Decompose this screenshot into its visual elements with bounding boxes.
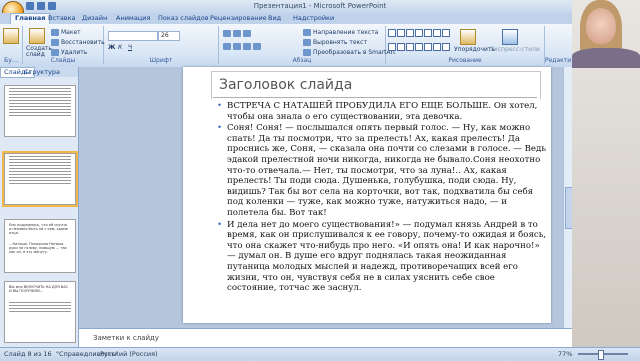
ribbon: Бу… Создать слайд Макет Восстановить Уда… [0,24,640,68]
tab-animation[interactable]: Анимация [116,14,150,22]
webcam-overlay [572,0,640,360]
slide-title[interactable]: Заголовок слайда [219,77,352,93]
tab-outline[interactable]: Структура [24,68,60,76]
slide-thumbnail[interactable] [4,85,76,137]
new-slide-icon[interactable] [29,28,45,44]
arrange-button[interactable]: Упорядочить [454,46,495,53]
window-title: Презентация1 - Microsoft PowerPoint [253,2,387,10]
slide-thumbnail-selected[interactable] [2,151,78,207]
clipboard-group: Бу… [0,26,23,64]
panel-tabs: Слайды Структура [0,67,78,78]
slide-counter: Слайд 8 из 16 [4,350,52,358]
delete-icon [51,49,59,56]
notes-placeholder: Заметки к слайду [93,334,160,342]
slide-body[interactable]: ВСТРЕЧА С НАТАШЕЙ ПРОБУДИЛА ЕГО ЕЩЕ БОЛЬ… [217,101,547,295]
font-size-field[interactable]: 26 [158,31,180,41]
title-bar: Презентация1 - Microsoft PowerPoint [0,0,640,13]
slide-thumbnail[interactable]: ВЫ мне ВКЛЮЧИТЬ НА ДЛЯ ВАС И ВЫ ПОЛУЧИЛИ… [4,281,76,343]
editing-group: Редакти… [545,57,578,64]
font-group: 26 Ж К Ч Шрифт [104,26,219,64]
tab-review[interactable]: Рецензирование [210,14,267,22]
person-shoulders [572,48,640,68]
layout-button[interactable]: Макет [51,29,81,36]
delete-button[interactable]: Удалить [51,49,87,56]
restore-icon [51,39,59,46]
zoom-slider-knob[interactable] [598,350,604,360]
tab-insert[interactable]: Вставка [48,14,76,22]
status-bar: Слайд 8 из 16 "Справедливость" Русский (… [0,347,640,361]
align-text-button[interactable]: Выровнять текст [303,39,367,46]
slide-thumbnail[interactable]: Ему подумалось, что ей скучно и неловко … [4,219,76,273]
font-name-field[interactable] [108,31,158,41]
paragraph: Соня! Соня! — послышался опять первый го… [217,123,547,218]
paragraph-group: Направление текста Выровнять текст Преоб… [219,26,395,64]
smartart-icon [303,49,311,56]
underline-button[interactable]: Ч [128,44,132,51]
tab-design[interactable]: Дизайн [82,14,107,22]
text-direction-button[interactable]: Направление текста [303,29,378,36]
paragraph: ВСТРЕЧА С НАТАШЕЙ ПРОБУДИЛА ЕГО ЕЩЕ БОЛЬ… [217,101,547,122]
quick-styles-icon[interactable] [502,29,518,45]
shapes-gallery[interactable] [388,29,450,55]
arrange-icon[interactable] [460,29,476,45]
tab-slideshow[interactable]: Показ слайдов [158,14,209,22]
bullets-icon[interactable] [223,30,253,37]
text-direction-icon [303,29,311,36]
quick-styles-button[interactable]: Экспресс-стили [490,46,540,53]
ribbon-tabs: Главная Вставка Дизайн Анимация Показ сл… [0,13,640,25]
notes-pane[interactable]: Заметки к слайду [79,328,572,348]
align-text-icon [303,39,311,46]
zoom-level[interactable]: 77% [558,350,572,358]
smartart-button[interactable]: Преобразовать в SmartArt [303,49,395,56]
bold-button[interactable]: Ж [108,44,115,51]
tab-addins[interactable]: Надстройки [293,14,334,22]
paste-icon[interactable] [3,28,19,44]
layout-icon [51,29,59,36]
person-face [586,8,616,44]
drawing-group: Упорядочить Экспресс-стили Рисование [386,26,545,64]
slides-group: Создать слайд Макет Восстановить Удалить… [23,26,105,64]
slide-canvas: Заголовок слайда ВСТРЕЧА С НАТАШЕЙ ПРОБУ… [79,67,563,328]
paragraph: И дела нет до моего существования!» — по… [217,220,547,294]
align-icons[interactable] [223,43,263,50]
slides-panel: Слайды Структура Ему подумалось, что ей … [0,67,79,347]
restore-button[interactable]: Восстановить [51,39,105,46]
language-indicator[interactable]: Русский (Россия) [100,350,158,358]
title-divider [213,97,537,98]
slide[interactable]: Заголовок слайда ВСТРЕЧА С НАТАШЕЙ ПРОБУ… [183,67,551,323]
italic-button[interactable]: К [118,44,122,51]
tab-view[interactable]: Вид [268,14,281,22]
